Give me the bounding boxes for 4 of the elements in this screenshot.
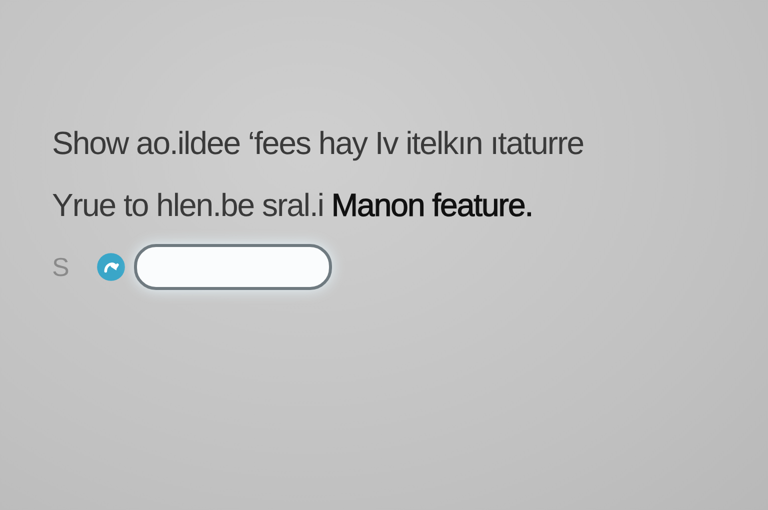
input-field[interactable] — [134, 244, 332, 290]
message-text: Show ao.ildee ‘fees hay Iv itelkın ıtaturre — [52, 124, 585, 163]
message-text: Yrue to hlen.be sral.i Manon feature. — [52, 186, 534, 225]
field-label: S — [52, 252, 70, 282]
